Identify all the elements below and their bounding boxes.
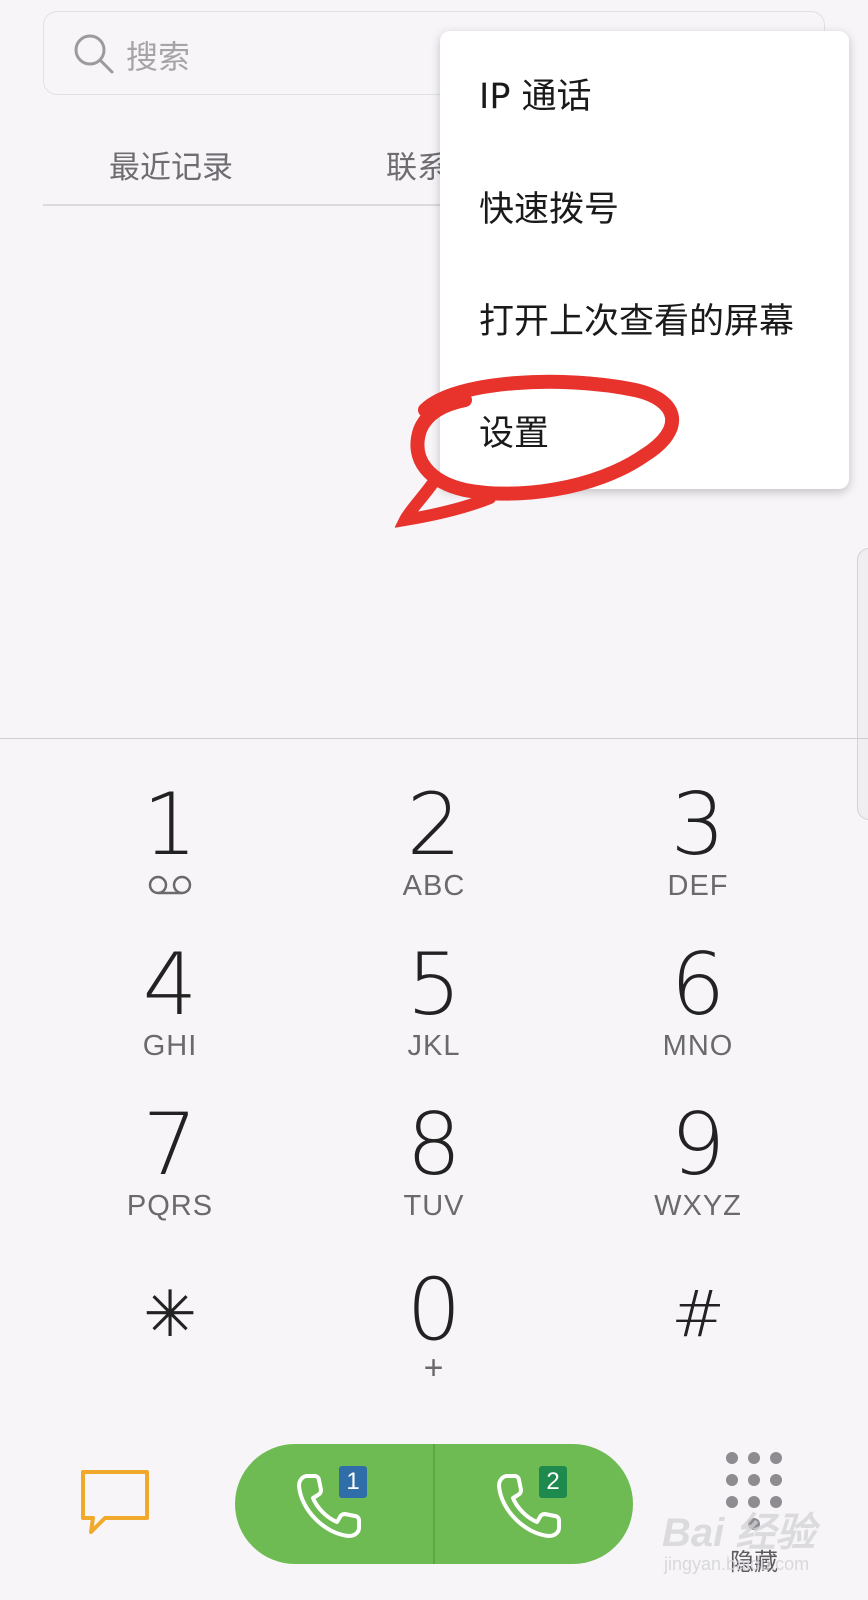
key-letters: GHI [142, 1030, 198, 1062]
key-hash[interactable]: # [578, 1265, 818, 1405]
key-digit: 7 [142, 1095, 198, 1195]
key-0[interactable]: 0 + [314, 1265, 554, 1405]
key-digit: 4 [142, 935, 198, 1035]
edge-panel-handle[interactable] [857, 548, 868, 820]
menu-item-speed-dial[interactable]: 快速拨号 [479, 181, 619, 232]
key-digit: 6 [670, 935, 726, 1035]
key-digit: 8 [406, 1095, 462, 1195]
key-8[interactable]: 8 TUV [314, 1100, 554, 1240]
key-letters: + [423, 1349, 445, 1387]
key-digit: 1 [142, 775, 198, 875]
key-digit: 2 [406, 775, 462, 875]
sim1-badge: 1 [339, 1466, 367, 1498]
key-letters: WXYZ [654, 1190, 742, 1222]
annotation-circle [395, 374, 679, 528]
key-3[interactable]: 3 DEF [578, 780, 818, 920]
call-sim1-button[interactable]: 1 [235, 1444, 433, 1564]
key-4[interactable]: 4 GHI [50, 940, 290, 1080]
key-7[interactable]: 7 PQRS [50, 1100, 290, 1240]
key-letters: JKL [407, 1030, 461, 1062]
key-letters: ABC [402, 870, 466, 902]
call-button-group: 1 2 [235, 1444, 633, 1564]
key-letters: MNO [662, 1030, 734, 1062]
key-2[interactable]: 2 ABC [314, 780, 554, 920]
key-digit: # [671, 1278, 725, 1352]
key-letters: DEF [667, 870, 729, 902]
key-digit: ✳ [143, 1278, 197, 1352]
key-5[interactable]: 5 JKL [314, 940, 554, 1080]
sim2-badge: 2 [539, 1466, 567, 1498]
menu-item-ip-call[interactable]: IP 通话 [479, 68, 592, 119]
tab-recent[interactable]: 最近记录 [109, 142, 233, 187]
tab-contacts[interactable]: 联系 [386, 142, 448, 187]
watermark-text: Bai 经验 [662, 1511, 816, 1555]
key-1[interactable]: 1 [50, 780, 290, 920]
key-letters: TUV [403, 1190, 465, 1222]
key-letters: PQRS [126, 1190, 214, 1222]
search-placeholder: 搜索 [126, 38, 191, 76]
key-digit: 5 [406, 935, 462, 1035]
divider [0, 738, 868, 739]
key-digit: 3 [670, 775, 726, 875]
key-6[interactable]: 6 MNO [578, 940, 818, 1080]
key-star[interactable]: ✳ [50, 1265, 290, 1405]
message-icon[interactable] [79, 1468, 151, 1538]
key-digit: 9 [670, 1095, 726, 1195]
key-9[interactable]: 9 WXYZ [578, 1100, 818, 1240]
voicemail-icon [148, 875, 192, 895]
menu-item-open-last-screen[interactable]: 打开上次查看的屏幕 [479, 293, 794, 344]
search-icon [74, 34, 114, 74]
call-sim2-button[interactable]: 2 [435, 1444, 633, 1564]
key-digit: 0 [406, 1260, 462, 1360]
watermark-url: jingyan.baidu.com [664, 1554, 810, 1574]
